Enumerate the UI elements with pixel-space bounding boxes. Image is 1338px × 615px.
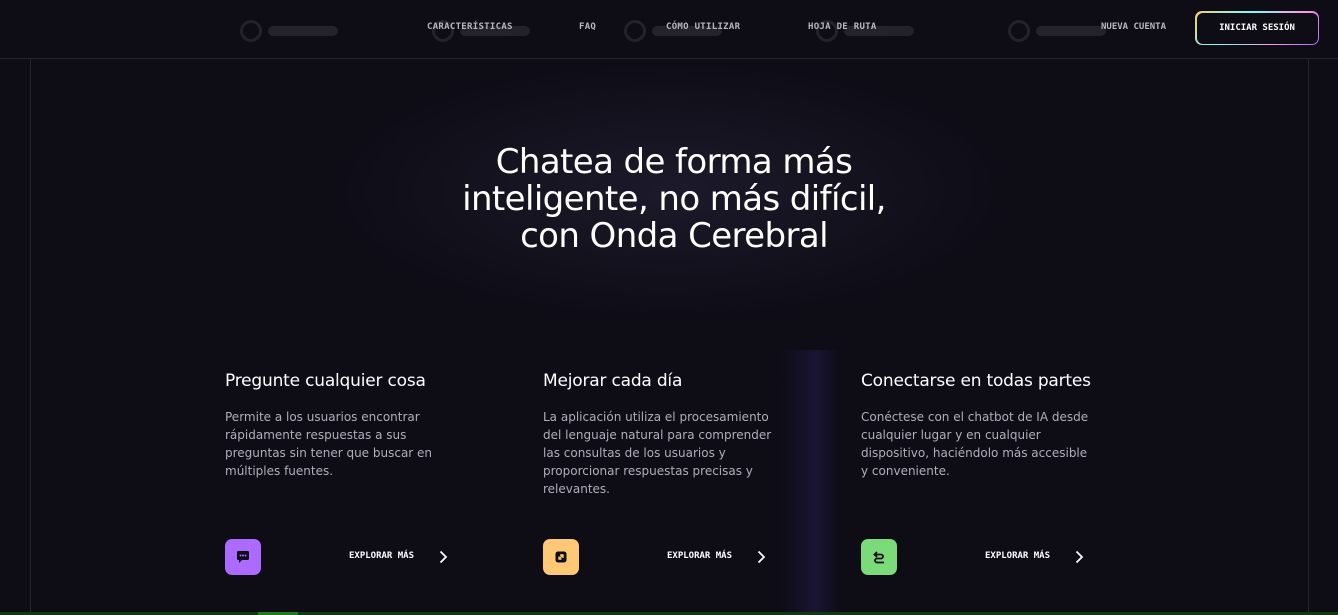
chat-bubble-icon <box>225 539 261 575</box>
hero-title-line: inteligente, no más difícil, <box>462 179 886 219</box>
login-button[interactable]: INICIAR SESIÓN <box>1195 11 1319 45</box>
feature-card-ask: Pregunte cualquier cosa Permite a los us… <box>225 368 465 480</box>
chevron-right-icon[interactable] <box>438 550 448 564</box>
feature-card-connect: Conectarse en todas partes Conéctese con… <box>861 368 1101 480</box>
explore-more-link[interactable]: EXPLORAR MÁS <box>985 551 1050 561</box>
feature-description: Conéctese con el chatbot de IA desde cua… <box>861 410 1089 478</box>
hero-title: Chatea de forma más inteligente, no más … <box>419 144 929 255</box>
explore-more-link[interactable]: EXPLORAR MÁS <box>667 551 732 561</box>
feature-title: Mejorar cada día <box>543 371 683 391</box>
hero-title-line: Chatea de forma más <box>495 142 853 182</box>
explore-more-link[interactable]: EXPLORAR MÁS <box>349 551 414 561</box>
feature-title: Conectarse en todas partes <box>861 371 1091 391</box>
feature-footer: EXPLORAR MÁS <box>543 539 767 575</box>
ghost-logo <box>240 19 338 43</box>
background-glow-purple <box>780 350 840 612</box>
ghost-logo <box>1008 19 1106 43</box>
frame-line-left <box>30 59 31 615</box>
feature-footer: EXPLORAR MÁS <box>225 539 449 575</box>
feature-title: Pregunte cualquier cosa <box>225 371 426 391</box>
chevron-right-icon[interactable] <box>756 550 766 564</box>
nav-link-roadmap[interactable]: HOJA DE RUTA <box>808 22 877 32</box>
page: CARACTERÍSTICAS FAQ CÓMO UTILIZAR HOJA D… <box>0 0 1338 615</box>
feature-description: Permite a los usuarios encontrar rápidam… <box>225 410 433 478</box>
hero-title-line: con Onda Cerebral <box>520 216 828 256</box>
chevron-right-icon[interactable] <box>1074 550 1084 564</box>
nav-link-how-to-use[interactable]: CÓMO UTILIZAR <box>666 22 740 32</box>
feature-footer: EXPLORAR MÁS <box>861 539 1085 575</box>
new-account-link[interactable]: NUEVA CUENTA <box>1101 22 1166 32</box>
expand-arrow-icon <box>543 539 579 575</box>
feature-card-improve: Mejorar cada día La aplicación utiliza e… <box>543 368 783 498</box>
connect-icon <box>861 539 897 575</box>
header: CARACTERÍSTICAS FAQ CÓMO UTILIZAR HOJA D… <box>0 0 1338 59</box>
login-button-label: INICIAR SESIÓN <box>1196 12 1318 44</box>
nav-link-faq[interactable]: FAQ <box>579 22 596 32</box>
feature-description: La aplicación utiliza el procesamiento d… <box>543 410 772 496</box>
frame-line-right <box>1308 59 1309 615</box>
nav-link-features[interactable]: CARACTERÍSTICAS <box>427 22 513 32</box>
